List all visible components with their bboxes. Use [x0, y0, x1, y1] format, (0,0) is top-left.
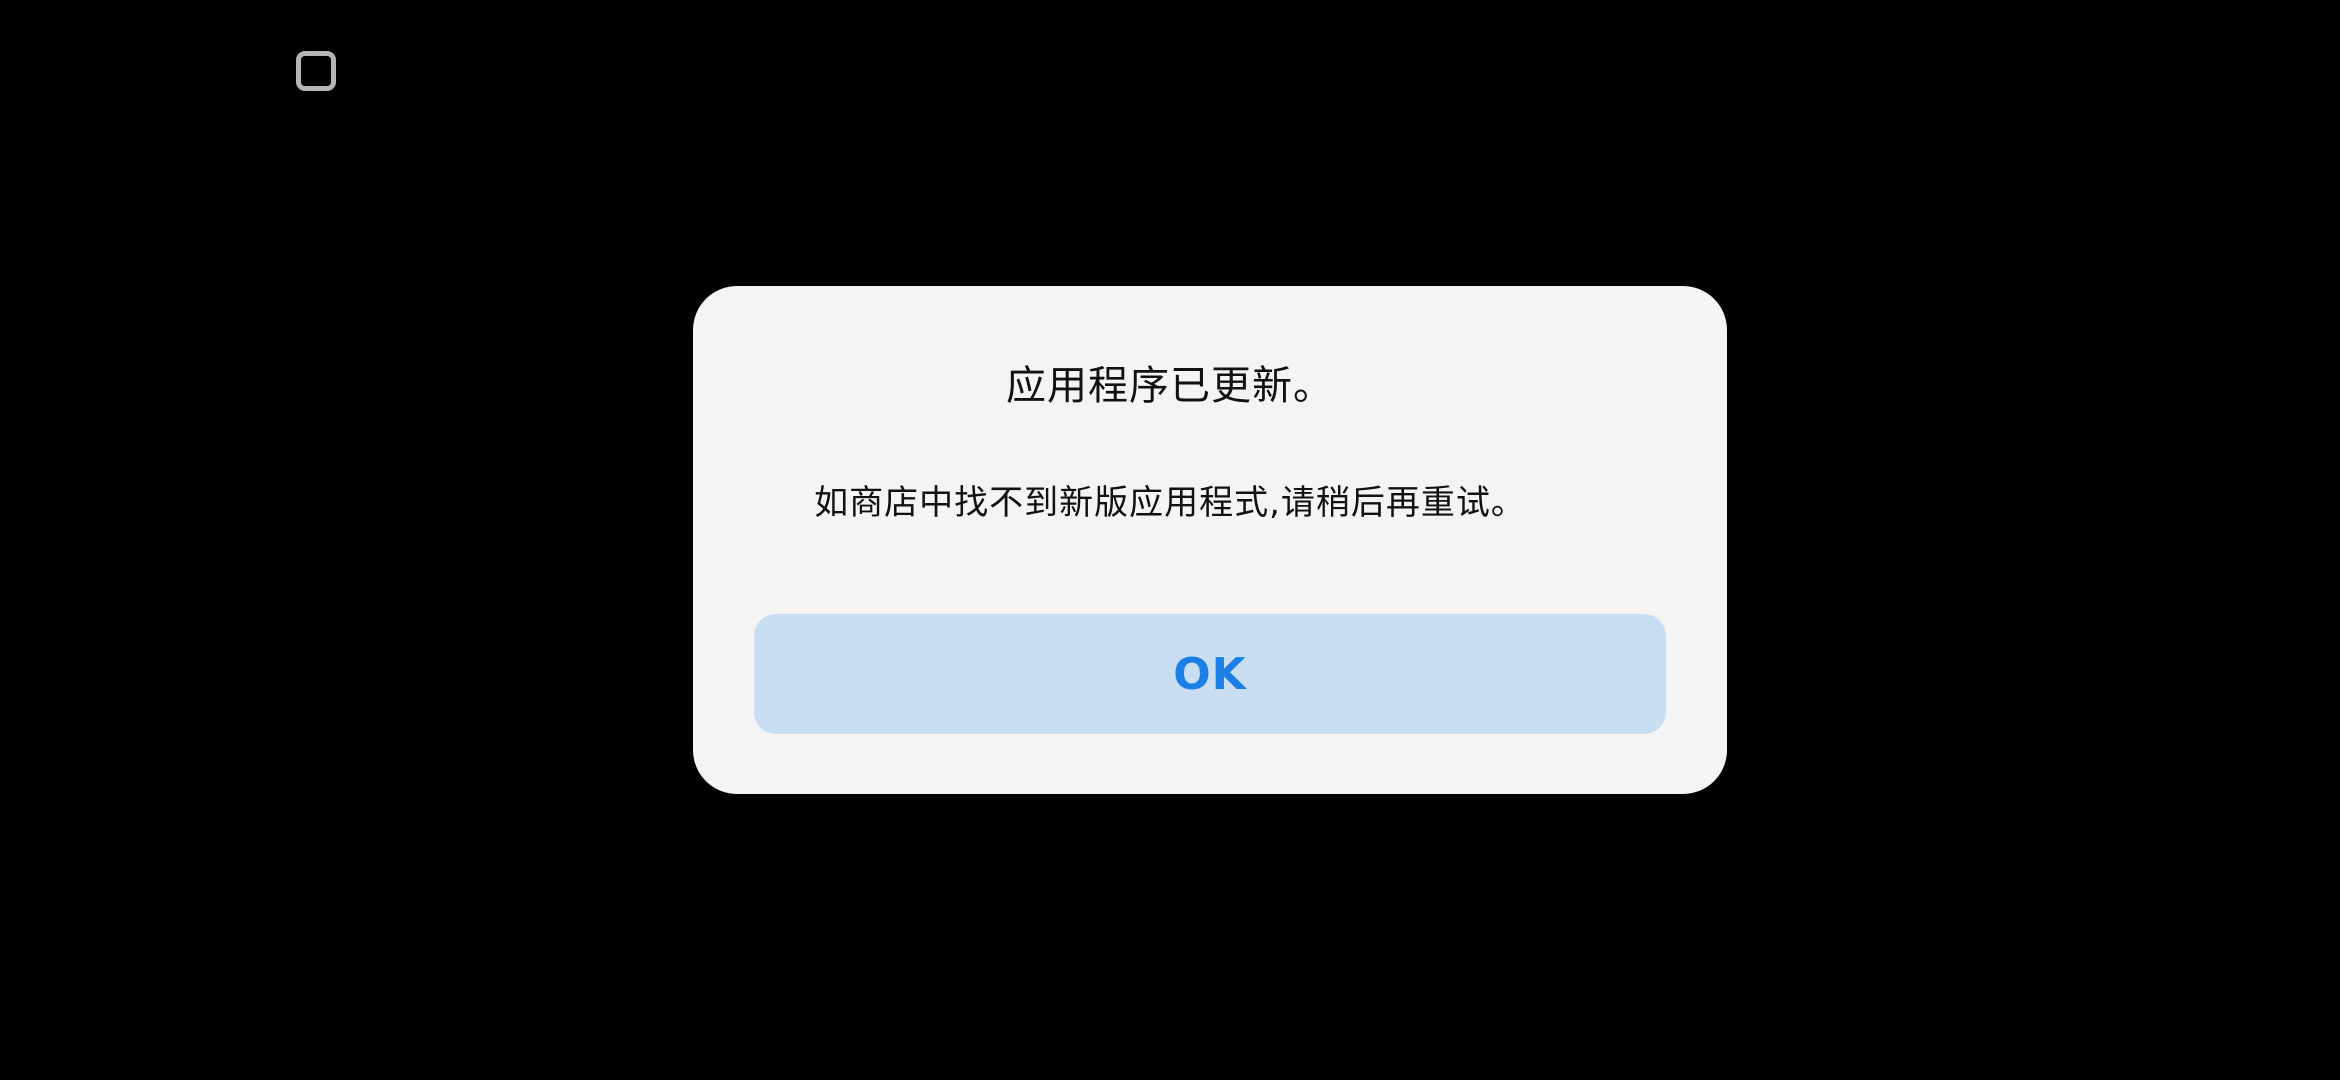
square-outline-icon: [296, 51, 336, 91]
dialog-title: 应用程序已更新。: [1006, 363, 1334, 409]
dialog-message: 如商店中找不到新版应用程式,请稍后再重试。: [814, 483, 1526, 523]
ok-button-label: OK: [1173, 648, 1247, 700]
app-screen: 应用程序已更新。 如商店中找不到新版应用程式,请稍后再重试。 OK: [0, 0, 2340, 1080]
ok-button[interactable]: OK: [754, 614, 1666, 734]
